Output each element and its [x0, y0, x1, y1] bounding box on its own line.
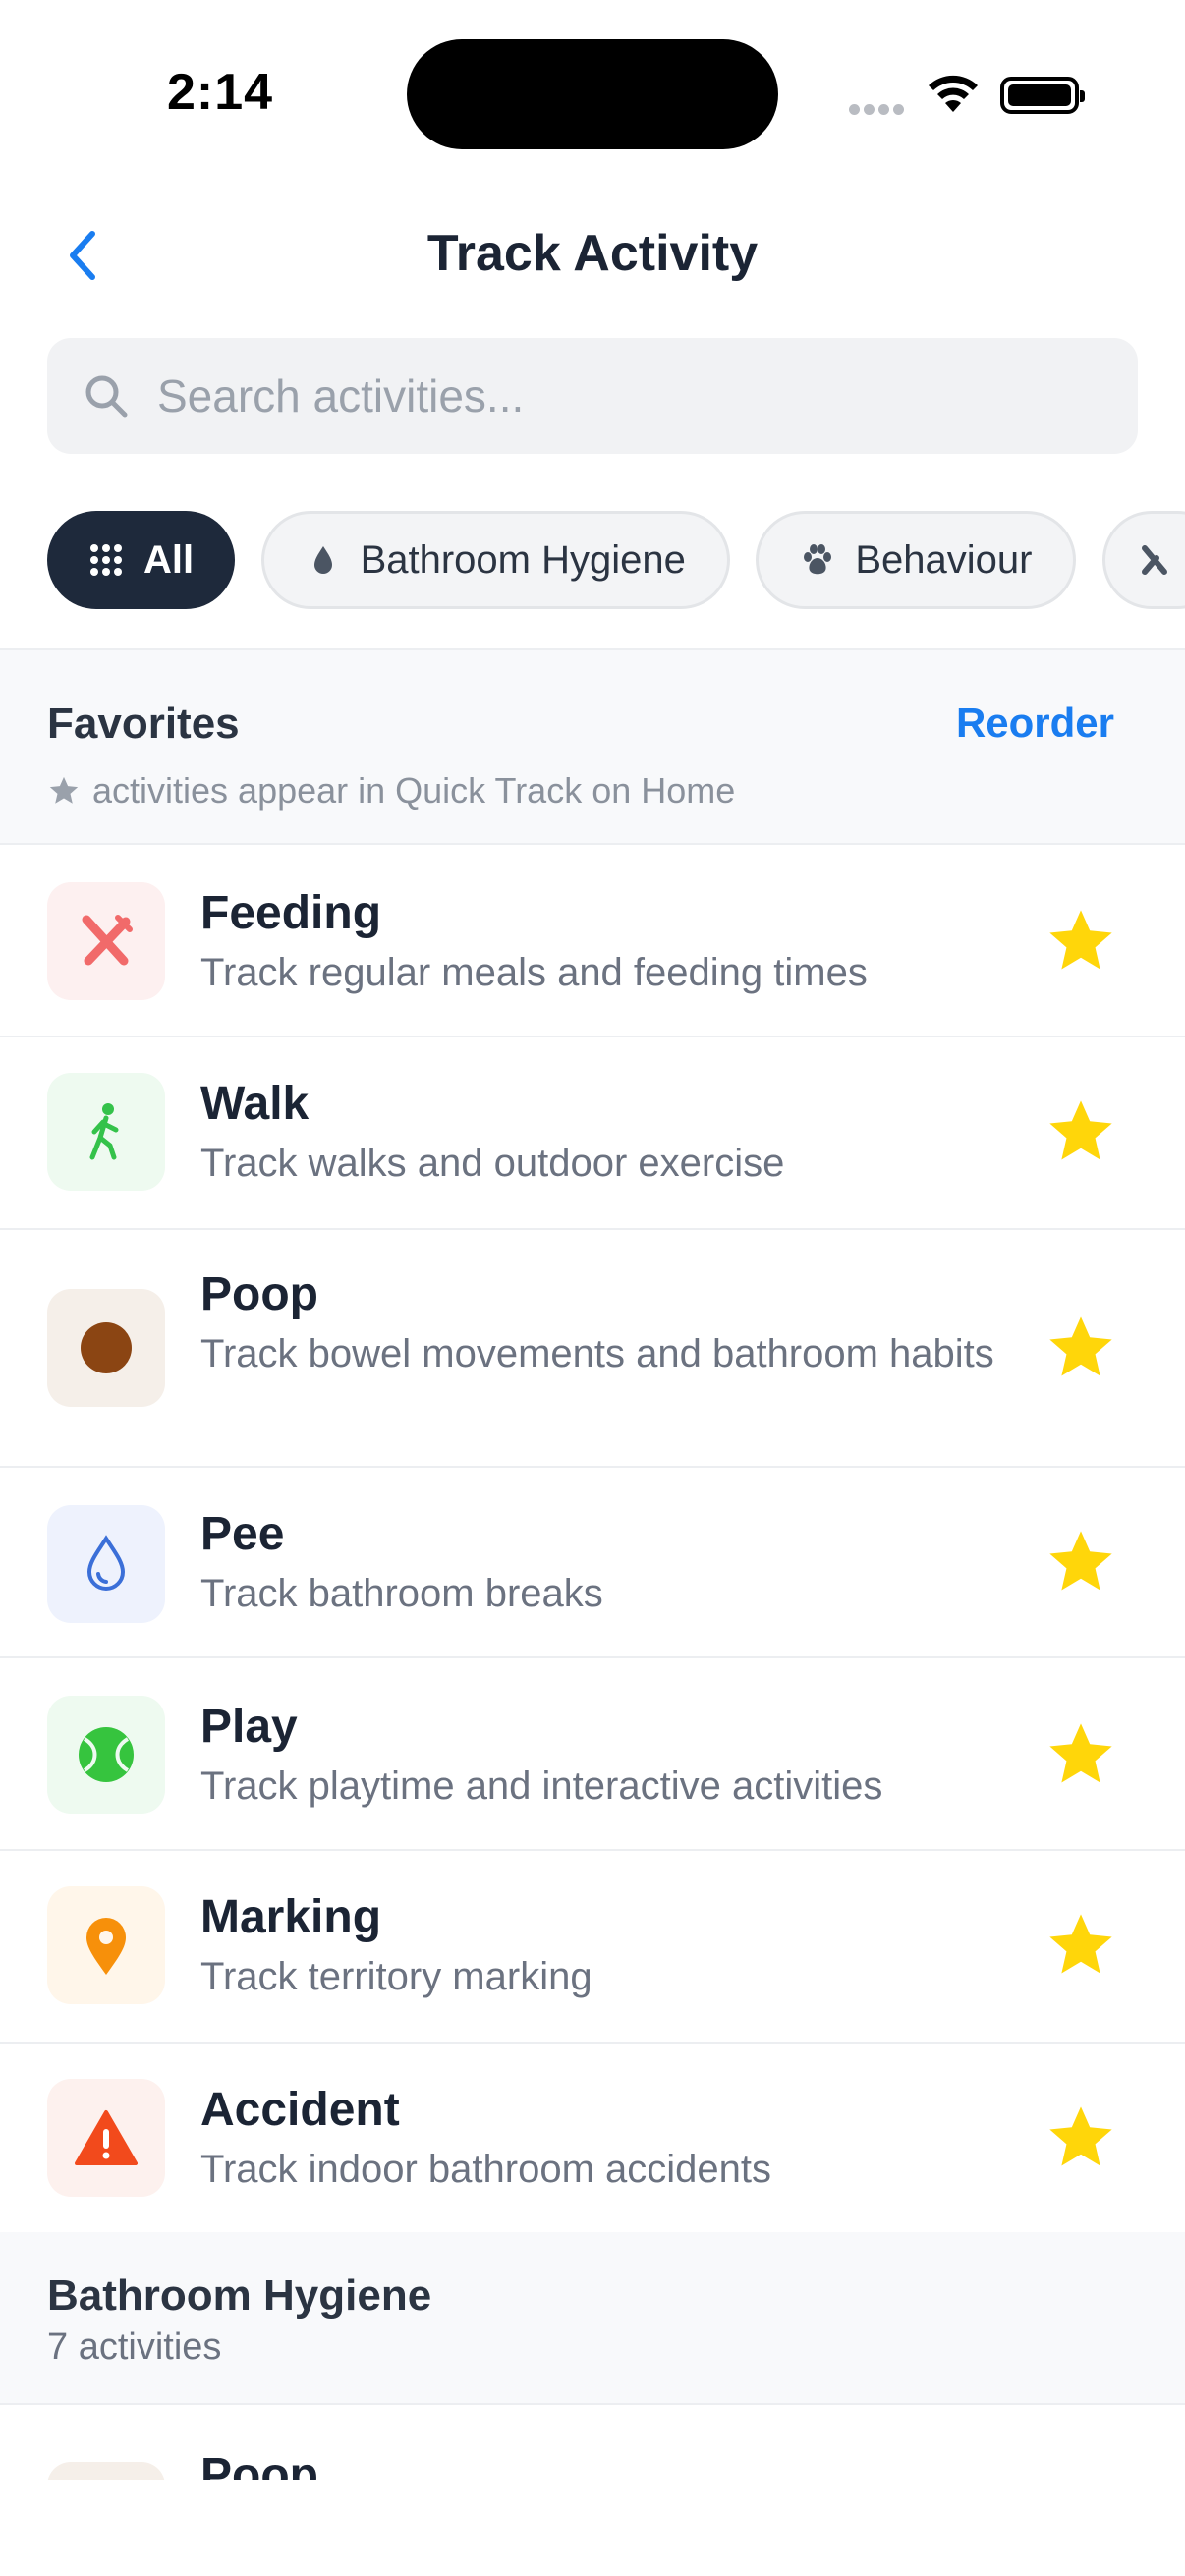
search-bar[interactable] — [47, 338, 1138, 454]
activity-description: Track bathroom breaks — [200, 1572, 603, 1615]
status-time: 2:14 — [167, 64, 274, 121]
activity-row-walk[interactable]: Walk Track walks and outdoor exercise — [0, 1037, 1185, 1230]
star-favorite-icon[interactable] — [1044, 1311, 1118, 1385]
reorder-button[interactable]: Reorder — [956, 700, 1114, 747]
star-favorite-icon[interactable] — [1044, 1717, 1118, 1792]
activity-row-feeding[interactable]: Feeding Track regular meals and feeding … — [0, 845, 1185, 1037]
activity-row-marking[interactable]: Marking Track territory marking — [0, 1851, 1185, 2044]
activity-name: Marking — [200, 1891, 382, 1943]
activity-name: Walk — [200, 1078, 310, 1130]
droplet-outline-icon — [47, 1505, 165, 1623]
battery-icon — [1000, 77, 1085, 114]
favorites-title: Favorites — [47, 700, 240, 748]
partial-chip-icon — [1137, 542, 1172, 578]
activity-row-pee[interactable]: Pee Track bathroom breaks — [0, 1468, 1185, 1658]
grid-icon — [88, 542, 124, 578]
favorites-list: Feeding Track regular meals and feeding … — [0, 845, 1185, 2234]
category-filter-chips: All Bathroom Hygiene Behaviour — [47, 511, 1185, 613]
chip-label: All — [143, 537, 195, 582]
star-favorite-icon[interactable] — [1044, 1908, 1118, 1983]
activity-name: Accident — [200, 2084, 400, 2136]
paw-icon — [800, 542, 835, 578]
section-count: 7 activities — [47, 2326, 222, 2368]
walking-person-icon — [47, 1073, 165, 1191]
wifi-icon — [929, 75, 978, 112]
activity-description: Track walks and outdoor exercise — [200, 1142, 785, 1185]
activity-row-play[interactable]: Play Track playtime and interactive acti… — [0, 1658, 1185, 1851]
chip-behaviour[interactable]: Behaviour — [756, 511, 1077, 609]
activity-name: Poop — [200, 2449, 318, 2480]
star-favorite-icon[interactable] — [1044, 1094, 1118, 1169]
activity-row-poop-partial[interactable]: Poop — [0, 2405, 1185, 2576]
cellular-signal-icon — [849, 102, 908, 116]
star-favorite-icon[interactable] — [1044, 904, 1118, 979]
activity-row-poop[interactable]: Poop Track bowel movements and bathroom … — [0, 1230, 1185, 1468]
search-input[interactable] — [157, 369, 1042, 422]
chip-bathroom-hygiene[interactable]: Bathroom Hygiene — [260, 511, 730, 609]
nav-bar: Track Activity — [0, 196, 1185, 314]
status-bar: 2:14 — [0, 0, 1185, 177]
brown-circle-icon — [47, 1289, 165, 1407]
activity-name: Play — [200, 1701, 298, 1753]
chip-label: Bathroom Hygiene — [360, 537, 686, 582]
warning-triangle-icon — [47, 2079, 165, 2197]
star-favorite-icon[interactable] — [1044, 1525, 1118, 1599]
favorites-subtitle: activities appear in Quick Track on Home — [47, 770, 735, 812]
activity-description: Track regular meals and feeding times — [200, 951, 868, 994]
chip-more[interactable] — [1101, 511, 1185, 609]
search-icon — [85, 375, 128, 418]
page-title: Track Activity — [426, 225, 759, 282]
dynamic-island — [407, 39, 778, 149]
map-pin-icon — [47, 1886, 165, 2004]
section-title: Bathroom Hygiene — [47, 2271, 432, 2320]
brown-circle-icon — [47, 2462, 165, 2480]
activity-description: Track indoor bathroom accidents — [200, 2148, 772, 2191]
activity-name: Pee — [200, 1508, 285, 1560]
chip-all[interactable]: All — [47, 511, 236, 609]
droplet-icon — [306, 542, 341, 578]
section-header-bathroom-hygiene: Bathroom Hygiene 7 activities — [0, 2232, 1185, 2405]
activity-name: Feeding — [200, 887, 382, 939]
activity-row-accident[interactable]: Accident Track indoor bathroom accidents — [0, 2044, 1185, 2234]
tennis-ball-icon — [47, 1696, 165, 1814]
activity-name: Poop — [200, 1268, 318, 1320]
activity-description: Track playtime and interactive activitie… — [200, 1764, 883, 1808]
chip-label: Behaviour — [855, 537, 1033, 582]
activity-description: Track bowel movements and bathroom habit… — [200, 1332, 994, 1375]
utensils-icon — [47, 882, 165, 1000]
favorites-header: Favorites Reorder activities appear in Q… — [0, 648, 1185, 845]
star-icon — [49, 776, 79, 804]
star-favorite-icon[interactable] — [1044, 2100, 1118, 2175]
activity-description: Track territory marking — [200, 1955, 592, 1998]
